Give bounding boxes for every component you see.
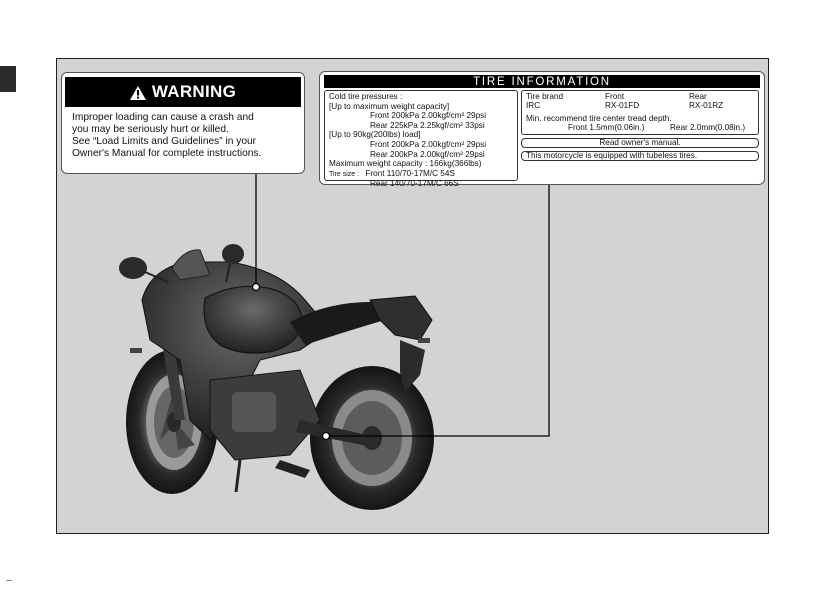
pressure-line: Front 200kPa 2.00kgf/cm² 29psi — [370, 139, 487, 149]
warning-line: See “Load Limits and Guidelines” in your — [72, 136, 257, 147]
tire-brand-value: IRC — [526, 101, 541, 110]
tire-info-title: TIRE INFORMATION — [324, 75, 760, 88]
tread-depth-front: Front 1.5mm(0.06in.) — [568, 123, 645, 132]
pressure-line: Rear 225kPa 2.25kgf/cm² 33psi — [370, 120, 485, 130]
pressure-line: [Up to maximum weight capacity] — [329, 101, 450, 111]
pressure-line: Cold tire pressures : — [329, 92, 403, 101]
warning-text: Improper loading can cause a crash and y… — [72, 112, 296, 160]
warning-line: Improper loading can cause a crash and — [72, 112, 254, 123]
tread-depth-rear: Rear 2.0mm(0.08in.) — [670, 123, 746, 132]
warning-line: you may be seriously hurt or killed. — [72, 124, 229, 135]
pressure-line: Rear 200kPa 2.00kgf/cm² 29psi — [370, 149, 485, 159]
tire-brand-box: Tire brand Front Rear IRC RX-01FD RX-01R… — [521, 90, 759, 135]
warning-title: WARNING — [151, 82, 237, 101]
tire-information-label: TIRE INFORMATION Cold tire pressures : [… — [319, 71, 765, 188]
tire-size-rear: Rear 140/70-17M/C 66S — [370, 179, 459, 189]
tire-size-row: Tire size : Front 110/70-17M/C 54S — [329, 169, 513, 180]
warning-line: Owner's Manual for complete instructions… — [72, 148, 262, 159]
tire-pressure-box: Cold tire pressures : [Up to maximum wei… — [324, 90, 518, 188]
tire-size-front: Front 110/70-17M/C 54S — [365, 168, 455, 178]
tubeless-notice: This motorcycle is equipped with tubeles… — [521, 151, 759, 161]
warning-triangle-icon — [129, 85, 146, 100]
front-tire-model: RX-01FD — [605, 101, 640, 110]
tire-size-label: Tire size : — [329, 170, 360, 178]
read-manual-notice: Read owner's manual. — [521, 138, 759, 148]
warning-header: WARNING — [65, 77, 301, 107]
warning-label: WARNING Improper loading can cause a cra… — [61, 72, 305, 174]
pressure-line: Front 200kPa 2.00kgf/cm² 29psi — [370, 111, 487, 121]
rear-tire-model: RX-01RZ — [689, 101, 724, 110]
pressure-line: Maximum weight capacity : 166kg(366lbs) — [329, 159, 482, 169]
pressure-line: [Up to 90kg(200lbs) load] — [329, 130, 421, 140]
